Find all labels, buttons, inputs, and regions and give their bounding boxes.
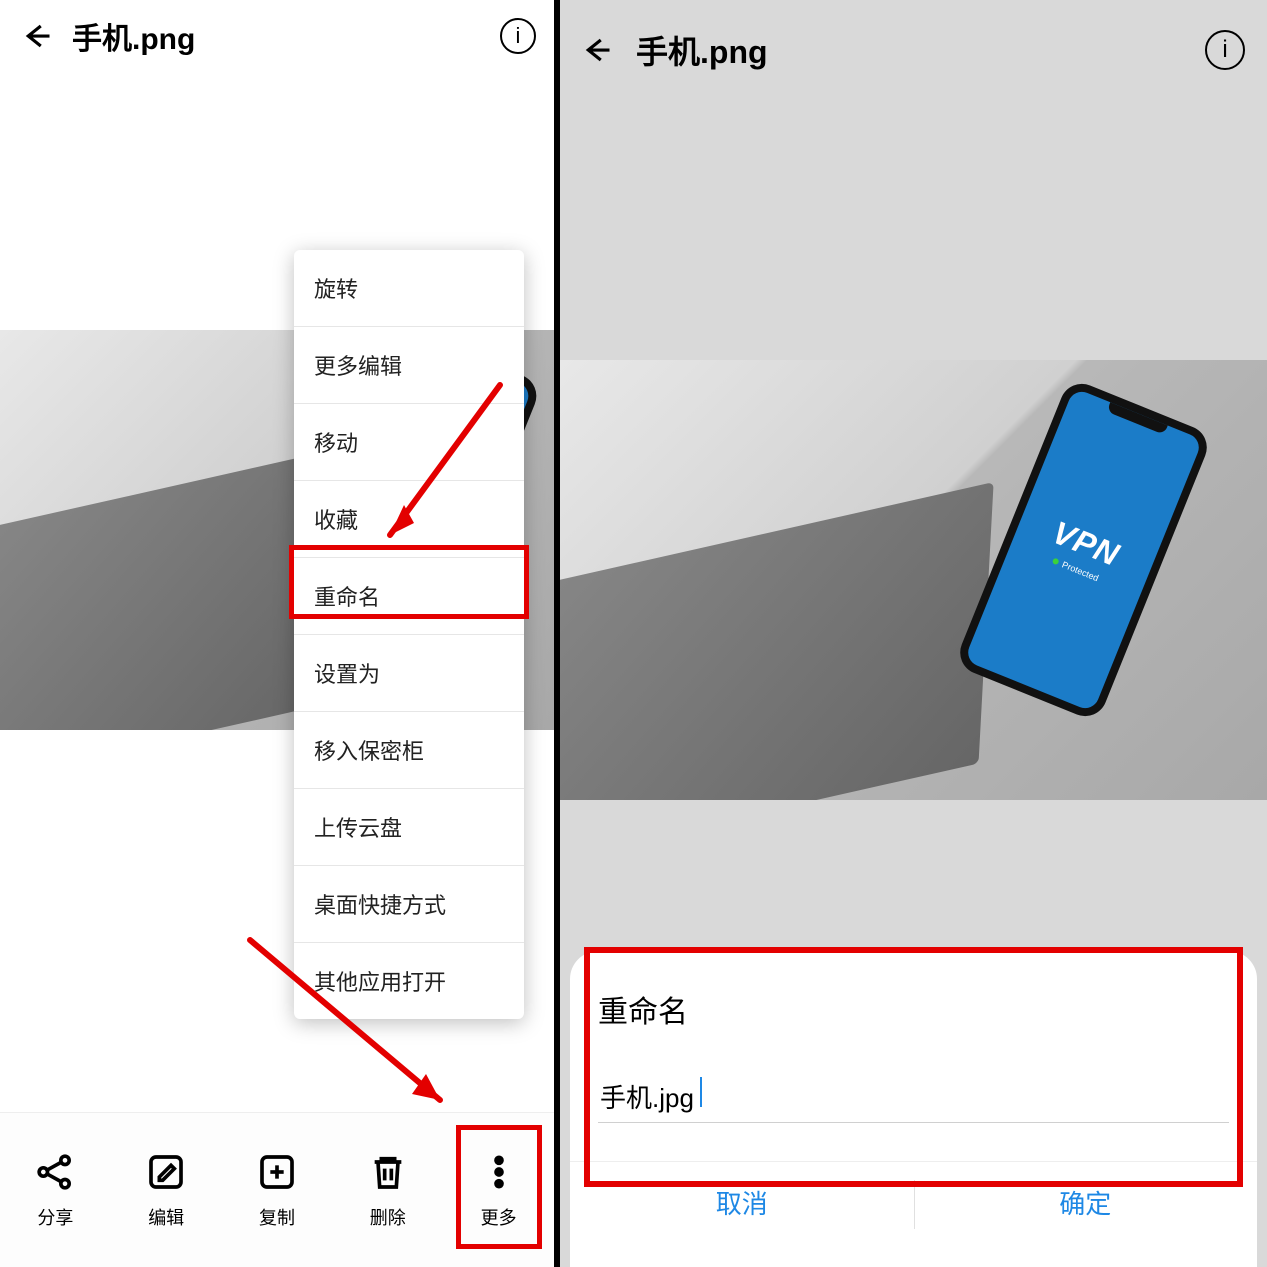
back-icon[interactable] [580,33,614,67]
menu-item-set-as[interactable]: 设置为 [294,635,524,712]
left-screenshot: 手机.png i VPNProtected 旋转 更多编辑 移动 收藏 重命名 … [0,0,554,1267]
info-icon[interactable]: i [500,18,536,54]
tool-label: 分享 [37,1204,73,1230]
tool-share[interactable]: 分享 [15,1150,95,1230]
copy-icon [255,1150,299,1194]
dialog-buttons: 取消 确定 [570,1161,1257,1247]
more-icon [477,1150,521,1194]
more-menu: 旋转 更多编辑 移动 收藏 重命名 设置为 移入保密柜 上传云盘 桌面快捷方式 … [294,250,524,1019]
tool-label: 更多 [481,1204,517,1230]
trash-icon [366,1150,410,1194]
menu-item-rotate[interactable]: 旋转 [294,250,524,327]
tool-edit[interactable]: 编辑 [126,1150,206,1230]
bottom-toolbar: 分享 编辑 复制 删除 更多 [0,1112,554,1267]
dialog-title: 重命名 [598,987,1229,1031]
back-icon[interactable] [20,19,54,53]
tool-copy[interactable]: 复制 [237,1150,317,1230]
cancel-button[interactable]: 取消 [570,1162,914,1247]
right-screenshot: 手机.png i VPNProtected 重命名 取消 确定 [560,0,1267,1267]
tool-label: 复制 [259,1204,295,1230]
photo-preview[interactable]: VPNProtected [560,360,1267,800]
info-icon[interactable]: i [1205,30,1245,70]
menu-item-move[interactable]: 移动 [294,404,524,481]
menu-item-favorite[interactable]: 收藏 [294,481,524,558]
rename-dialog: 重命名 取消 确定 [570,951,1257,1267]
rename-input[interactable] [598,1075,1229,1123]
menu-item-safe[interactable]: 移入保密柜 [294,712,524,789]
tool-more[interactable]: 更多 [459,1150,539,1230]
share-icon [33,1150,77,1194]
tool-label: 编辑 [148,1204,184,1230]
page-title: 手机.png [72,14,195,58]
menu-item-rename[interactable]: 重命名 [294,558,524,635]
menu-item-more-edit[interactable]: 更多编辑 [294,327,524,404]
confirm-button[interactable]: 确定 [914,1162,1258,1247]
text-cursor [700,1077,702,1107]
menu-item-shortcut[interactable]: 桌面快捷方式 [294,866,524,943]
tool-delete[interactable]: 删除 [348,1150,428,1230]
edit-icon [144,1150,188,1194]
tool-label: 删除 [370,1204,406,1230]
top-bar: 手机.png i [0,0,554,72]
page-title: 手机.png [636,27,768,73]
menu-item-cloud[interactable]: 上传云盘 [294,789,524,866]
top-bar: 手机.png i [560,0,1267,100]
menu-item-open-with[interactable]: 其他应用打开 [294,943,524,1019]
